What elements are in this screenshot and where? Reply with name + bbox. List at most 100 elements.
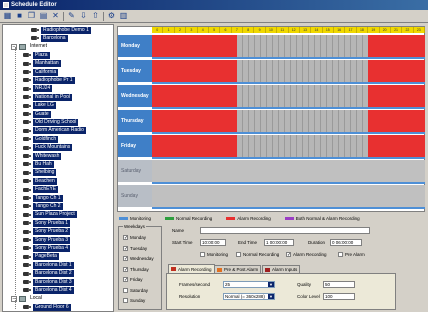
tree-group[interactable]: − Internet: [11, 43, 49, 51]
checkbox[interactable]: [123, 287, 128, 293]
day-label[interactable]: Friday: [118, 135, 152, 157]
checkbox[interactable]: ✓: [123, 245, 128, 251]
weekday-checkbox[interactable]: ✓ Wednesday: [123, 256, 154, 262]
alarm-recording-block[interactable]: [368, 35, 425, 57]
tree-camera[interactable]: Dorm American Radio: [23, 127, 86, 135]
alarm-recording-block[interactable]: [152, 85, 238, 107]
tree-camera[interactable]: Whitewash: [23, 152, 62, 160]
tree-camera[interactable]: Manhattan: [23, 60, 61, 68]
start-time-field[interactable]: 10:00:00: [200, 239, 226, 246]
checkbox[interactable]: [123, 298, 128, 303]
checkbox[interactable]: ✓: [123, 256, 128, 262]
tree-camera[interactable]: National in Pool: [23, 93, 73, 101]
end-time-field[interactable]: 1 00:00:00: [264, 239, 294, 246]
tree-camera[interactable]: Sony Prueba 1: [23, 219, 71, 227]
frames-dropdown[interactable]: 25 ▼: [223, 281, 275, 288]
tab-alarm-inputs[interactable]: Alarm Inputs: [262, 265, 301, 273]
chevron-down-icon[interactable]: ▼: [268, 282, 274, 287]
settings-icon[interactable]: ⚙: [106, 11, 117, 22]
alarm-recording-block[interactable]: [152, 135, 238, 157]
tree-camera[interactable]: Tango Ch 1: [23, 194, 63, 202]
tree-camera[interactable]: Plaza: [23, 51, 50, 59]
weekday-checkbox[interactable]: Saturday: [123, 287, 148, 293]
camera-tree[interactable]: Radiophobe Demo 1 Barcelona − Internet Plaza…: [2, 24, 114, 312]
day-track[interactable]: [152, 185, 425, 207]
alarm-recording-block[interactable]: [368, 60, 425, 82]
recording-mode-option[interactable]: Normal Recording: [236, 252, 279, 257]
alarm-recording-block[interactable]: [368, 110, 425, 132]
tree-camera[interactable]: Radiophobe Demo 1: [31, 26, 91, 34]
day-track[interactable]: [152, 35, 425, 57]
tree-camera[interactable]: Old Driving School: [23, 118, 79, 126]
day-label[interactable]: Thursday: [118, 110, 152, 132]
checkbox[interactable]: ✓: [123, 235, 128, 241]
weekday-checkbox[interactable]: ✓ Thursday: [123, 266, 149, 272]
import-icon[interactable]: ⇩: [78, 11, 89, 22]
recording-mode-option[interactable]: Pre Alarm: [338, 252, 365, 257]
duration-field[interactable]: 0 06:00:00: [330, 239, 362, 246]
day-row[interactable]: Wednesday: [118, 85, 425, 109]
day-row[interactable]: Saturday: [118, 160, 425, 184]
tab-alarm-recording[interactable]: Alarm Recording: [168, 264, 215, 273]
tree-camera[interactable]: Shelbing: [23, 169, 57, 177]
weekday-checkbox[interactable]: ✓ Friday: [123, 277, 143, 283]
idle-block[interactable]: [237, 35, 369, 57]
tree-camera[interactable]: Guate: [23, 110, 51, 118]
tree-camera[interactable]: Sony Prueba 4: [23, 244, 71, 252]
paste-icon[interactable]: ▤: [38, 11, 49, 22]
day-track[interactable]: [152, 110, 425, 132]
tab-pre-post-alarm[interactable]: Pre & Post Alarm: [214, 265, 262, 273]
tree-camera[interactable]: Barcelona Dist 1: [23, 261, 74, 269]
recording-mode-option[interactable]: Monitoring: [200, 252, 228, 257]
export-icon[interactable]: ⇧: [90, 11, 101, 22]
tree-camera[interactable]: Bu Hah: [23, 160, 54, 168]
tree-camera[interactable]: Barcelona Dist 4: [23, 286, 74, 294]
alarm-recording-block[interactable]: [152, 35, 238, 57]
day-row[interactable]: Thursday: [118, 110, 425, 134]
checkbox[interactable]: ✓: [123, 277, 128, 283]
chevron-down-icon[interactable]: ▼: [268, 294, 274, 299]
weekday-checkbox[interactable]: Sunday: [123, 298, 145, 303]
tree-camera[interactable]: Barcelona Dist 2: [23, 270, 74, 278]
day-label[interactable]: Wednesday: [118, 85, 152, 107]
tree-camera[interactable]: Fuck Mountains: [23, 144, 73, 152]
recording-mode-option[interactable]: ✓ Alarm Recording: [286, 252, 327, 258]
tree-camera[interactable]: Goldfinch: [23, 135, 59, 143]
day-row[interactable]: Sunday: [118, 185, 425, 209]
idle-block[interactable]: [237, 60, 369, 82]
tree-camera[interactable]: Barcelona: [31, 34, 68, 42]
copy-icon[interactable]: ❐: [26, 11, 37, 22]
alarm-recording-block[interactable]: [368, 135, 425, 157]
tree-camera[interactable]: Tango Ch 2: [23, 202, 63, 210]
checkbox[interactable]: ✓: [123, 266, 128, 272]
grid-icon[interactable]: ▥: [118, 11, 129, 22]
collapse-icon[interactable]: −: [11, 295, 17, 302]
day-track[interactable]: [152, 60, 425, 82]
edit-icon[interactable]: ✎: [66, 11, 77, 22]
day-track[interactable]: [152, 160, 425, 182]
tree-camera[interactable]: Barcelona Dist 3: [23, 278, 74, 286]
tree-camera[interactable]: PageBeta: [23, 253, 59, 261]
tree-camera[interactable]: Sony Prueba 2: [23, 228, 71, 236]
weekday-checkbox[interactable]: ✓ Monday: [123, 235, 146, 241]
day-row[interactable]: Friday: [118, 135, 425, 159]
schedule-grid[interactable]: 0 1 2 3 4 5 6 7 8 9 10 11 12 13 14 15 16 17 18 19 20 21 22 23 M…: [117, 26, 425, 212]
day-track[interactable]: [152, 135, 425, 157]
idle-block[interactable]: [237, 85, 369, 107]
tree-camera[interactable]: Lake LG: [23, 102, 56, 110]
day-row[interactable]: Monday: [118, 35, 425, 59]
alarm-recording-block[interactable]: [152, 60, 238, 82]
tree-camera[interactable]: California: [23, 68, 59, 76]
color-level-field[interactable]: 100: [323, 293, 355, 300]
weekday-checkbox[interactable]: ✓ Tuesday: [123, 245, 147, 251]
tree-camera[interactable]: Beachen: [23, 177, 57, 185]
resolution-dropdown[interactable]: Normal (= 360x288) ▼: [223, 293, 275, 300]
idle-block[interactable]: [237, 135, 369, 157]
tree-camera[interactable]: FachEYE: [23, 186, 59, 194]
day-label[interactable]: Monday: [118, 35, 152, 57]
quality-field[interactable]: 50: [323, 281, 355, 288]
checkbox[interactable]: [200, 252, 205, 257]
day-label[interactable]: Saturday: [118, 160, 152, 182]
checkbox[interactable]: [236, 252, 241, 257]
day-track[interactable]: [152, 85, 425, 107]
